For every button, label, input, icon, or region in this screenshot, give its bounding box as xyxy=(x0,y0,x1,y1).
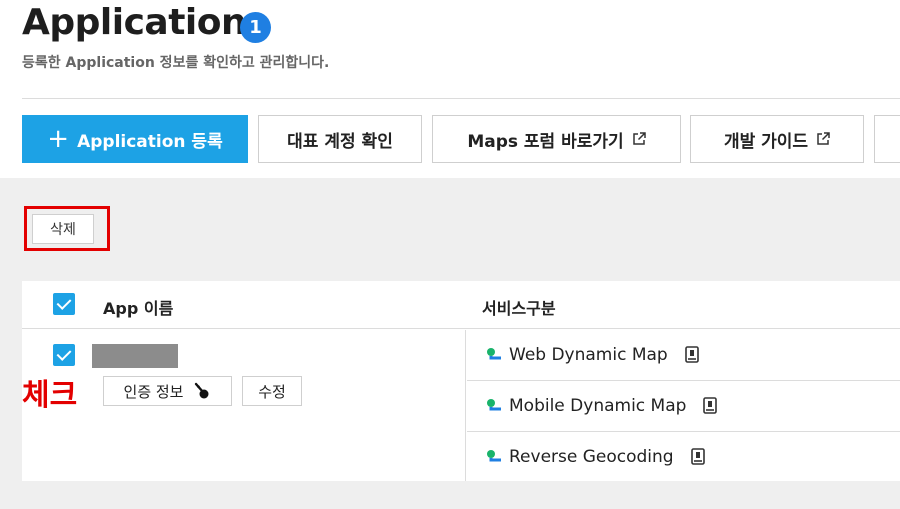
main-account-button[interactable]: 대표 계정 확인 xyxy=(258,115,422,163)
column-header-service: 서비스구분 xyxy=(482,299,556,318)
maps-forum-label: Maps 포럼 바로가기 xyxy=(467,131,624,152)
column-header-app-name: App 이름 xyxy=(103,299,174,318)
map-pin-icon xyxy=(487,449,501,461)
document-icon[interactable] xyxy=(690,447,706,466)
auth-info-button[interactable]: 인증 정보 xyxy=(103,376,232,406)
main-account-label: 대표 계정 확인 xyxy=(287,131,393,152)
external-link-icon xyxy=(817,132,830,145)
map-pin-icon xyxy=(487,399,501,411)
key-icon xyxy=(195,382,209,399)
service-row: Mobile Dynamic Map xyxy=(467,381,900,432)
service-row: Web Dynamic Map xyxy=(467,330,900,381)
document-icon[interactable] xyxy=(684,346,700,364)
app-cell: 체크 인증 정보 수정 xyxy=(22,330,466,481)
maps-forum-button[interactable]: Maps 포럼 바로가기 xyxy=(432,115,681,163)
page-subtitle: 등록한 Application 정보를 확인하고 관리합니다. xyxy=(22,55,330,71)
service-row: Reverse Geocoding xyxy=(467,432,900,481)
service-name: Mobile Dynamic Map xyxy=(509,396,687,416)
plus-icon: + xyxy=(47,124,70,154)
document-icon[interactable] xyxy=(702,397,718,415)
map-pin-icon xyxy=(487,348,501,360)
dev-guide-button[interactable]: 개발 가이드 xyxy=(690,115,864,163)
page-title: Application xyxy=(22,2,247,43)
application-table: App 이름 서비스구분 체크 인증 정보 수정 Web Dynamic Map xyxy=(22,281,900,481)
service-name: Reverse Geocoding xyxy=(509,446,674,467)
header-divider xyxy=(22,98,900,99)
select-all-checkbox[interactable] xyxy=(53,293,75,315)
check-annotation: 체크 xyxy=(22,378,78,413)
row-checkbox[interactable] xyxy=(53,344,75,366)
register-application-label: Application 등록 xyxy=(77,131,223,152)
auth-info-label: 인증 정보 xyxy=(123,382,184,401)
more-toolbar-button[interactable] xyxy=(874,115,900,163)
masked-app-name xyxy=(92,344,178,368)
highlight-box xyxy=(24,206,110,251)
service-name: Web Dynamic Map xyxy=(509,345,668,365)
register-application-button[interactable]: + Application 등록 xyxy=(22,115,248,163)
external-link-icon xyxy=(632,132,646,145)
table-header: App 이름 서비스구분 xyxy=(22,281,900,329)
count-badge: 1 xyxy=(240,12,271,43)
dev-guide-label: 개발 가이드 xyxy=(723,131,809,152)
edit-button[interactable]: 수정 xyxy=(242,376,302,406)
